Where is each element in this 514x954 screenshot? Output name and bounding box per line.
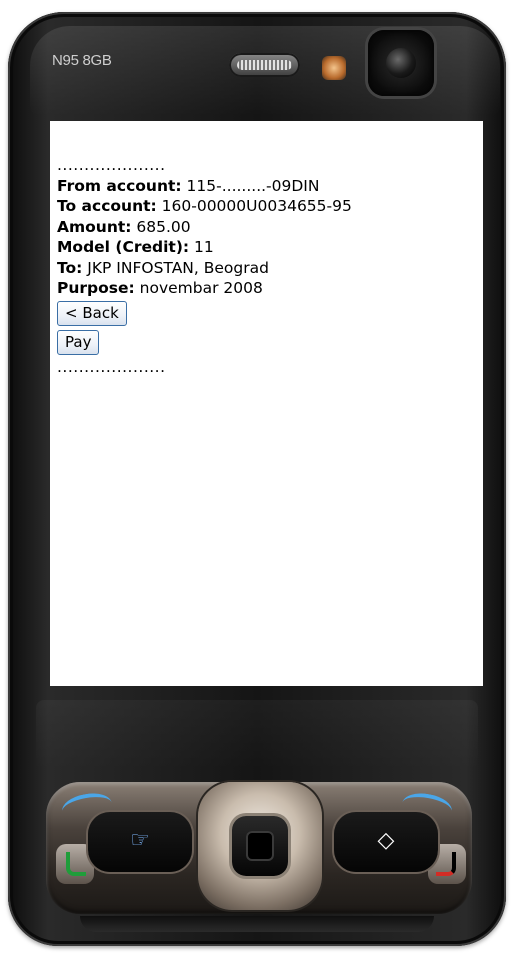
to-account-label: To account: bbox=[57, 197, 157, 215]
model-credit-row: Model (Credit): 11 bbox=[57, 237, 483, 258]
earpiece-speaker bbox=[229, 53, 300, 77]
purpose-row: Purpose: novembar 2008 bbox=[57, 278, 483, 299]
select-key-inner bbox=[246, 831, 274, 861]
model-label: N95 8GB bbox=[52, 52, 112, 69]
amount-value: 685.00 bbox=[131, 217, 191, 236]
pay-button[interactable]: Pay bbox=[57, 329, 100, 355]
menu-icon: ☞ bbox=[130, 828, 150, 853]
payment-confirmation: .................... From account: 115-.… bbox=[50, 121, 483, 377]
from-account-label: From account: bbox=[57, 176, 182, 195]
model-credit-value: 11 bbox=[189, 238, 214, 256]
separator-bottom: .................... bbox=[57, 357, 166, 376]
call-icon bbox=[66, 852, 86, 876]
front-camera bbox=[368, 30, 434, 96]
to-account-value: 160-00000U0034655-95 bbox=[156, 197, 352, 215]
amount-row: Amount: 685.00 bbox=[57, 217, 483, 238]
from-account-row: From account: 115-.........-09DIN bbox=[57, 176, 483, 197]
menu-key[interactable]: ☞ bbox=[88, 812, 192, 872]
pay-button-row: Pay bbox=[57, 328, 483, 357]
lower-body-gloss bbox=[36, 700, 478, 770]
phone-bottom-edge bbox=[80, 916, 434, 932]
navi-key[interactable]: ◇ bbox=[334, 812, 438, 872]
light-sensor bbox=[322, 56, 346, 80]
purpose-value: novembar 2008 bbox=[134, 279, 263, 297]
amount-label: Amount: bbox=[57, 217, 132, 236]
from-account-value: 115-.........-09DIN bbox=[181, 176, 320, 195]
phone-screen: .................... From account: 115-.… bbox=[50, 121, 483, 686]
end-call-icon bbox=[436, 852, 456, 876]
navigation-icon: ◇ bbox=[377, 828, 395, 853]
back-button-row: < Back bbox=[57, 299, 483, 328]
speaker-grill bbox=[237, 60, 292, 70]
recipient-label: To: bbox=[57, 258, 83, 277]
purpose-label: Purpose: bbox=[57, 279, 135, 297]
back-button[interactable]: < Back bbox=[57, 300, 127, 326]
separator-top: .................... bbox=[57, 156, 166, 174]
recipient-value: JKP INFOSTAN, Beograd bbox=[82, 258, 269, 277]
recipient-row: To: JKP INFOSTAN, Beograd bbox=[57, 258, 483, 279]
camera-lens bbox=[386, 48, 416, 78]
to-account-row: To account: 160-00000U0034655-95 bbox=[57, 196, 483, 217]
model-credit-label: Model (Credit): bbox=[57, 238, 190, 256]
